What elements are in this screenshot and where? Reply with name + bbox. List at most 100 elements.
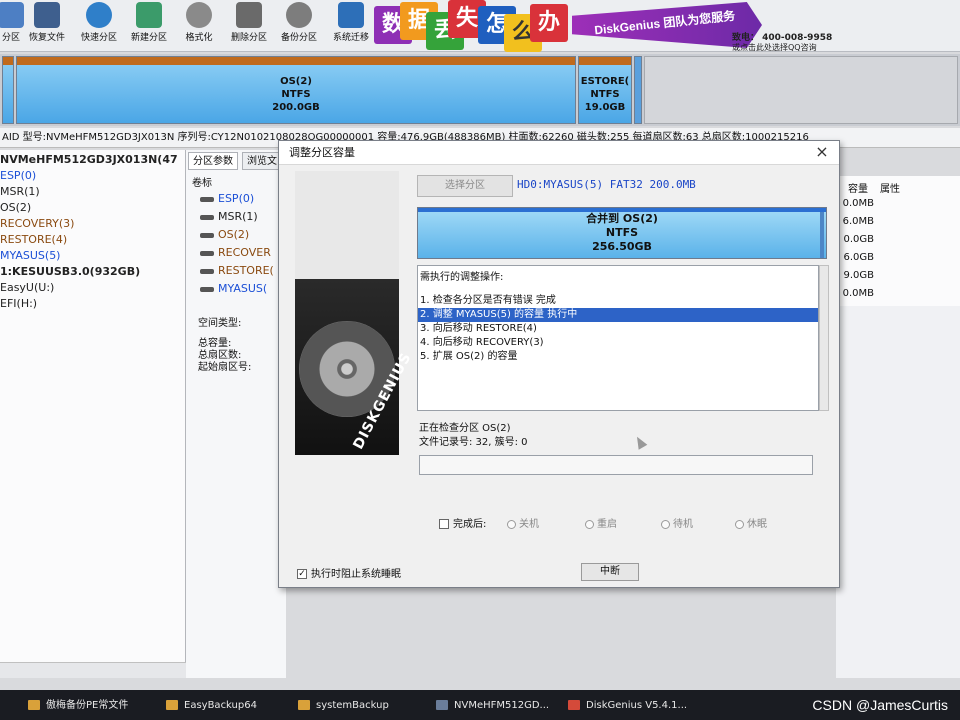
taskbar-item[interactable]: DiskGenius V5.4.1... bbox=[568, 695, 687, 717]
radio-icon bbox=[507, 519, 516, 529]
diskgenius-icon bbox=[568, 700, 580, 710]
tree-partition-item[interactable]: RECOVERY(3) bbox=[0, 216, 185, 232]
tree-partition-item[interactable]: ESP(0) bbox=[0, 168, 185, 184]
segment-fs: NTFS bbox=[590, 89, 620, 100]
option-shutdown[interactable]: 关机 bbox=[507, 515, 539, 530]
operation-step[interactable]: 4. 向后移动 RECOVERY(3) bbox=[418, 336, 818, 350]
checkmark-icon: ✓ bbox=[297, 569, 307, 579]
capacity-cell: 0.0MB bbox=[842, 288, 874, 299]
tree-partition-item[interactable]: MSR(1) bbox=[0, 184, 185, 200]
disk-icon bbox=[436, 700, 448, 710]
tree-partition-item[interactable]: EasyU(U:) bbox=[0, 280, 185, 296]
disk-segment-recovery[interactable] bbox=[634, 56, 642, 124]
after-completion-label: 完成后: bbox=[453, 519, 487, 530]
capacity-cell: 6.0GB bbox=[843, 252, 874, 263]
segment-name: OS(2) bbox=[280, 76, 312, 87]
disk-segment-os[interactable]: OS(2) NTFS 200.0GB bbox=[16, 56, 576, 124]
resize-handle[interactable] bbox=[820, 212, 824, 258]
segment-size: 19.0GB bbox=[584, 102, 626, 113]
operations-scrollbar[interactable] bbox=[819, 265, 829, 411]
recover-files-button[interactable]: 恢复文件 bbox=[22, 2, 72, 50]
volume-list-item[interactable]: MYASUS( bbox=[200, 282, 267, 295]
taskbar-item[interactable]: 傲梅备份PE常文件 bbox=[28, 695, 128, 717]
tree-disk-item[interactable]: NVMeHFM512GD3JX013N(47 bbox=[0, 152, 185, 168]
disk-tree: NVMeHFM512GD3JX013N(47 ESP(0) MSR(1) OS(2) R… bbox=[0, 150, 186, 678]
volume-list-item[interactable]: OS(2) bbox=[200, 228, 249, 241]
right-panel-background bbox=[836, 306, 960, 678]
tree-disk-item[interactable]: 1:KESUUSB3.0(932GB) bbox=[0, 264, 185, 280]
space-type-label: 空间类型: bbox=[198, 318, 242, 329]
tree-horizontal-scrollbar[interactable] bbox=[0, 662, 186, 678]
checkbox-icon bbox=[439, 519, 449, 529]
ad-qq-link[interactable]: 或点击此处选择QQ咨询 bbox=[732, 42, 817, 53]
system-migration-button[interactable]: 系统迁移 bbox=[326, 2, 376, 50]
tree-partition-item[interactable]: MYASUS(5) bbox=[0, 248, 185, 264]
disk-segment-esp[interactable] bbox=[2, 56, 14, 124]
dialog-title: 调整分区容量 bbox=[279, 141, 839, 165]
select-partition-button[interactable]: 选择分区 bbox=[417, 175, 513, 197]
volume-list-item[interactable]: ESP(0) bbox=[200, 192, 254, 205]
tab-browse-files[interactable]: 浏览文 bbox=[242, 152, 282, 170]
tree-partition-item[interactable]: EFI(H:) bbox=[0, 296, 185, 312]
quick-partition-button[interactable]: 快速分区 bbox=[74, 2, 124, 50]
capacity-cell: 9.0GB bbox=[843, 270, 874, 281]
operation-step[interactable]: 5. 扩展 OS(2) 的容量 bbox=[418, 350, 818, 364]
drive-icon bbox=[200, 268, 214, 274]
banner-char: 办 bbox=[530, 4, 568, 42]
taskbar-item[interactable]: systemBackup bbox=[298, 695, 389, 717]
after-completion-checkbox[interactable]: 完成后: bbox=[439, 515, 486, 530]
tree-partition-item[interactable]: RESTORE(4) bbox=[0, 232, 185, 248]
volume-list-item[interactable]: RECOVER bbox=[200, 246, 271, 259]
abort-button[interactable]: 中断 bbox=[581, 563, 639, 581]
disk-segment-free[interactable] bbox=[644, 56, 958, 124]
drive-icon bbox=[200, 286, 214, 292]
quick-partition-icon bbox=[86, 2, 112, 28]
taskbar-item[interactable]: NVMeHFM512GD... bbox=[436, 695, 549, 717]
column-header-attributes[interactable]: 属性 bbox=[880, 180, 900, 195]
merged-fs: NTFS bbox=[605, 226, 639, 239]
drive-icon bbox=[200, 250, 214, 256]
ad-banner[interactable]: 数 据 丢 失 怎 么 办 DiskGenius 团队为您服务 致电： 400-… bbox=[372, 0, 836, 52]
option-standby[interactable]: 待机 bbox=[661, 515, 693, 530]
tab-partition-params[interactable]: 分区参数 bbox=[188, 152, 238, 170]
prevent-sleep-checkbox[interactable]: ✓ 执行时阻止系统睡眠 bbox=[297, 565, 401, 580]
radio-icon bbox=[735, 519, 744, 529]
option-hibernate[interactable]: 休眠 bbox=[735, 515, 767, 530]
toolbar: 分区 恢复文件 快速分区 新建分区 格式化 删除分区 备份分区 系统迁移 数 据… bbox=[0, 0, 960, 52]
merged-size: 256.50GB bbox=[592, 240, 652, 253]
operation-step[interactable]: 2. 调整 MYASUS(5) 的容量 执行中 bbox=[418, 308, 818, 322]
taskbar-item[interactable]: EasyBackup64 bbox=[166, 695, 257, 717]
radio-icon bbox=[585, 519, 594, 529]
option-restart[interactable]: 重启 bbox=[585, 515, 617, 530]
disk-segment-restore[interactable]: ESTORE( NTFS 19.0GB bbox=[578, 56, 632, 124]
operations-title: 需执行的调整操作: bbox=[420, 272, 504, 283]
column-header-capacity[interactable]: 容量 bbox=[848, 180, 868, 195]
start-sector-label: 起始扇区号: bbox=[198, 362, 252, 373]
drive-icon bbox=[200, 214, 214, 220]
taskbar: 傲梅备份PE常文件 EasyBackup64 systemBackup NVMe… bbox=[0, 690, 960, 720]
tree-partition-item[interactable]: OS(2) bbox=[0, 200, 185, 216]
drive-icon bbox=[200, 232, 214, 238]
backup-partition-button[interactable]: 备份分区 bbox=[274, 2, 324, 50]
close-icon[interactable]: × bbox=[813, 143, 831, 161]
folder-icon bbox=[28, 700, 40, 710]
capacity-cell: 6.0MB bbox=[842, 216, 874, 227]
format-button[interactable]: 格式化 bbox=[174, 2, 224, 50]
system-migration-icon bbox=[338, 2, 364, 28]
folder-icon bbox=[166, 700, 178, 710]
volume-list-item[interactable]: MSR(1) bbox=[200, 210, 258, 223]
capacity-cell: 0.0GB bbox=[843, 234, 874, 245]
merged-title: 合并到 OS(2) bbox=[586, 212, 658, 225]
folder-icon bbox=[298, 700, 310, 710]
volume-list-item[interactable]: RESTORE( bbox=[200, 264, 274, 277]
drive-icon bbox=[200, 196, 214, 202]
target-partition-text: HD0:MYASUS(5) FAT32 200.0MB bbox=[517, 178, 696, 191]
capacity-cell: 0.0MB bbox=[842, 198, 874, 209]
operation-step[interactable]: 1. 检查各分区是否有错误 完成 bbox=[418, 294, 818, 308]
recover-files-icon bbox=[34, 2, 60, 28]
operation-step[interactable]: 3. 向后移动 RESTORE(4) bbox=[418, 322, 818, 336]
new-partition-icon bbox=[136, 2, 162, 28]
delete-partition-button[interactable]: 删除分区 bbox=[224, 2, 274, 50]
radio-icon bbox=[661, 519, 670, 529]
new-partition-button[interactable]: 新建分区 bbox=[124, 2, 174, 50]
